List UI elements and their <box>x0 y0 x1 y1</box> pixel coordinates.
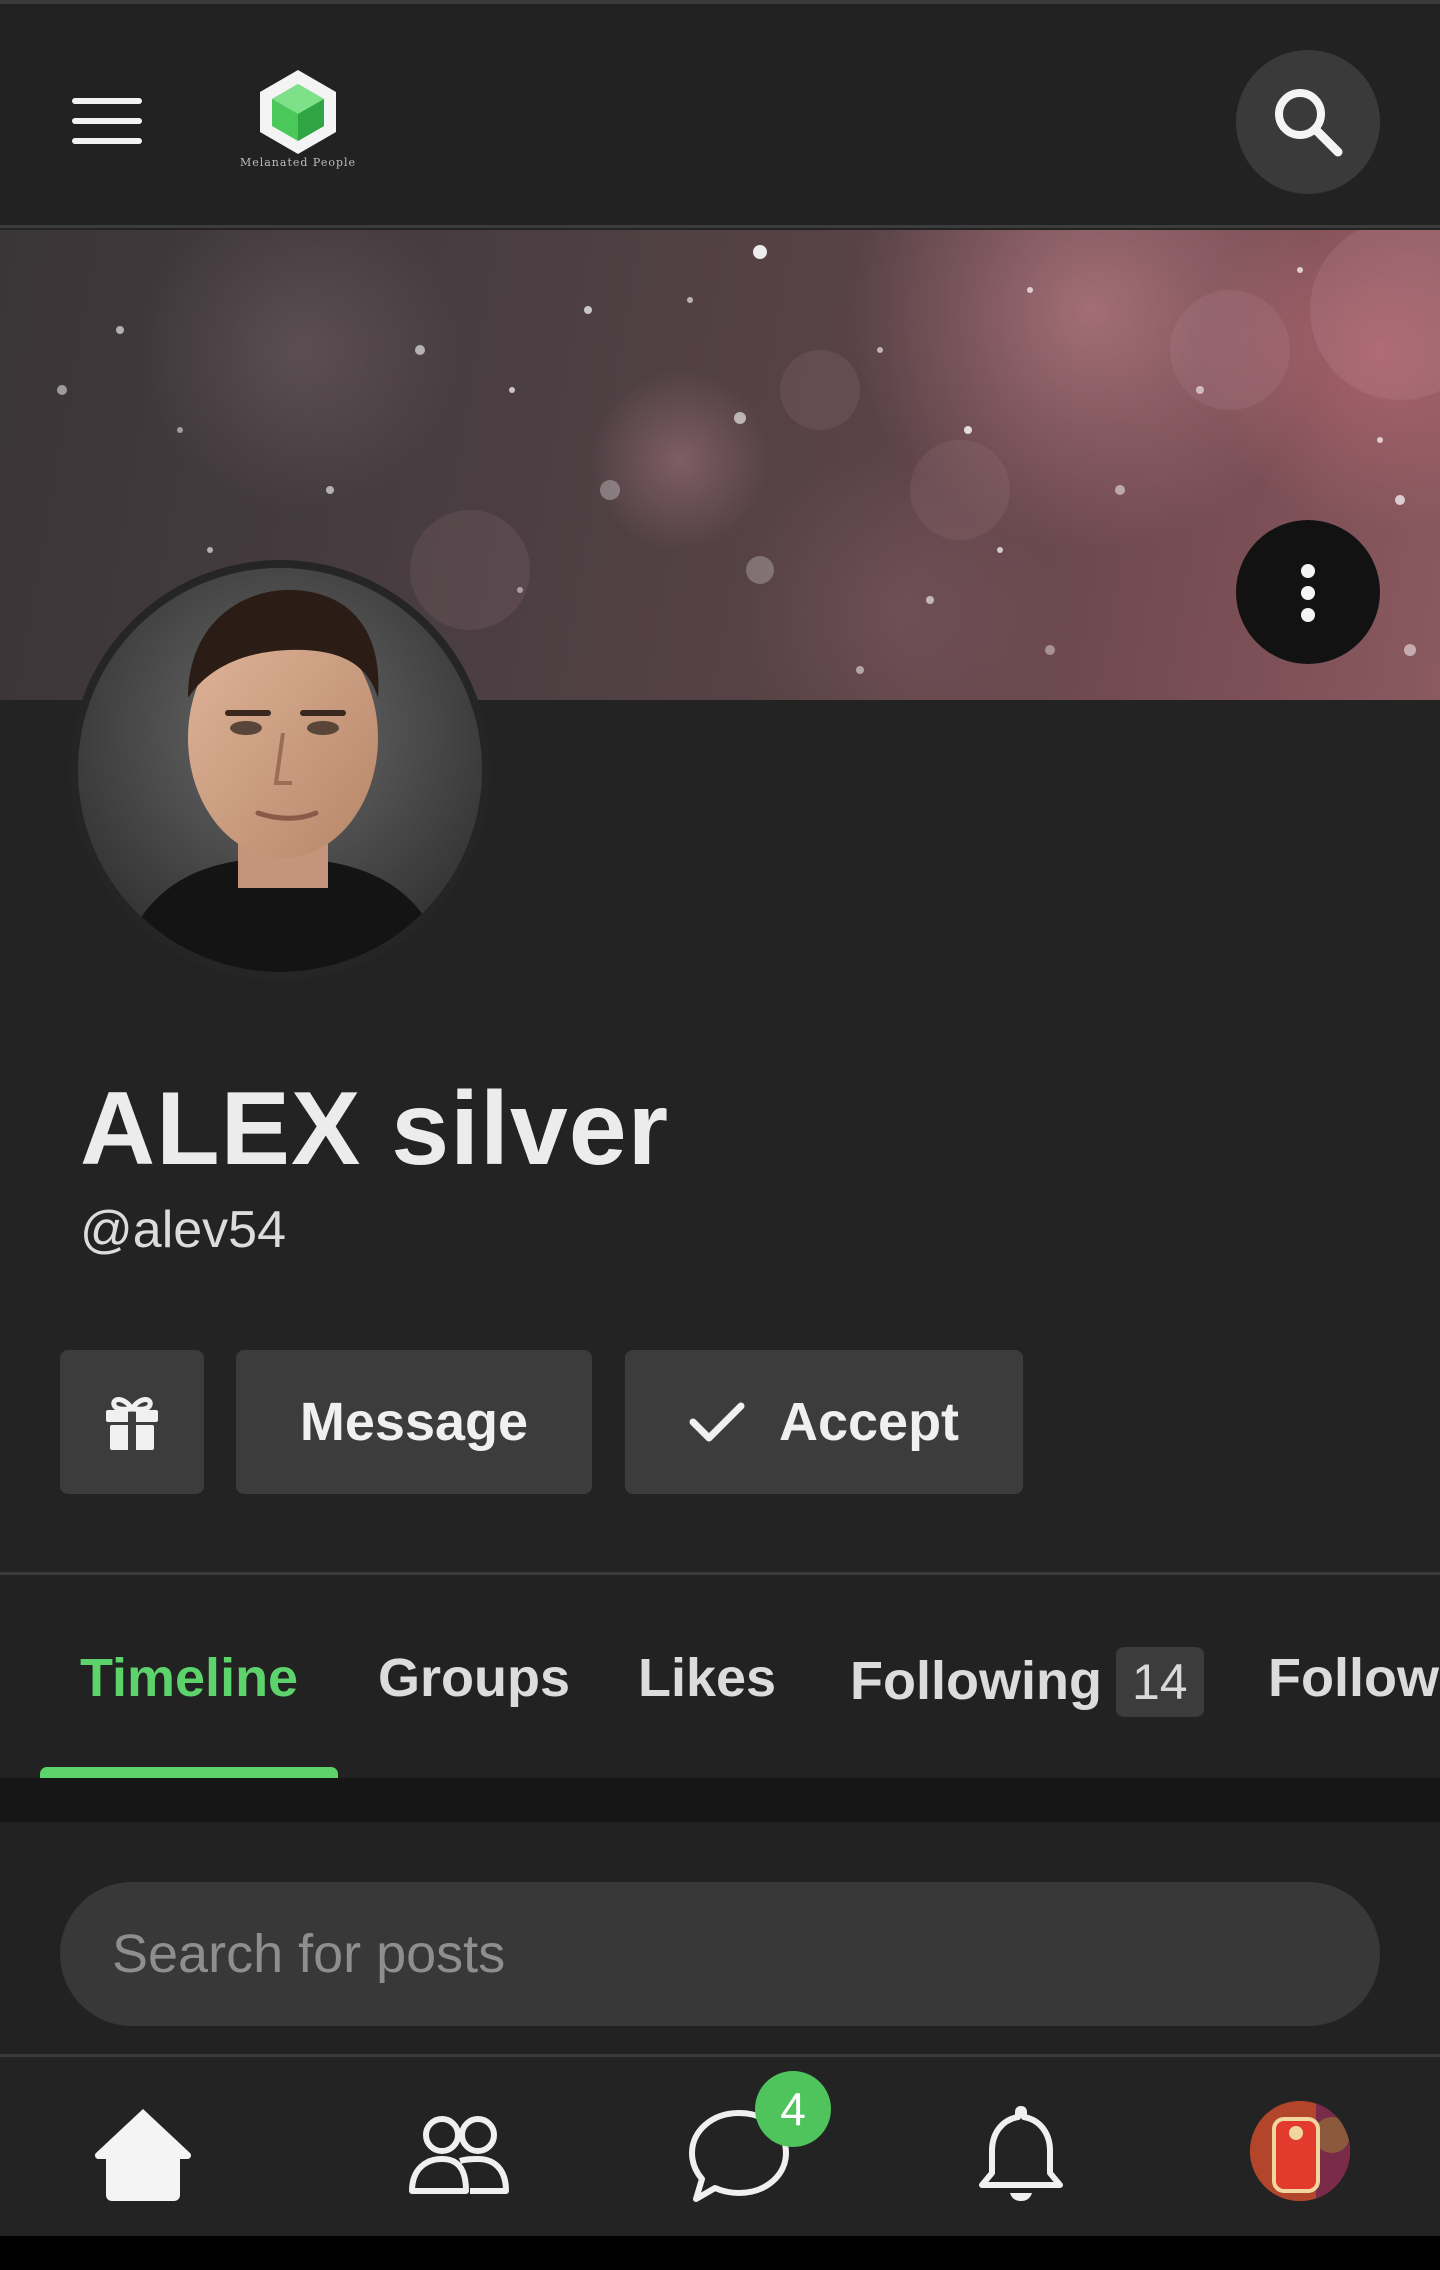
profile-name: ALEX silver <box>80 1071 670 1187</box>
search-posts-input[interactable] <box>60 1882 1380 2026</box>
tab-following[interactable]: Following 14 <box>850 1647 1204 1717</box>
nav-friends[interactable] <box>404 2099 514 2209</box>
accept-button-label: Accept <box>778 1392 960 1452</box>
accept-button[interactable]: Accept <box>625 1350 1023 1494</box>
top-header: Melanated People <box>0 0 1440 228</box>
gift-button[interactable] <box>60 1350 204 1494</box>
tab-timeline[interactable]: Timeline <box>80 1647 298 1709</box>
active-tab-indicator <box>40 1767 338 1778</box>
message-button[interactable]: Message <box>236 1350 592 1494</box>
profile-tabs: Timeline Groups Likes Following 14 Follow… <box>0 1572 1440 1778</box>
logo-text: Melanated People <box>239 156 357 169</box>
avatar-photo <box>78 568 482 972</box>
friends-icon <box>409 2116 509 2194</box>
message-button-label: Message <box>299 1392 529 1452</box>
profile-handle: @alev54 <box>80 1201 287 1259</box>
tab-following-label: Following <box>850 1651 1102 1711</box>
site-logo[interactable]: Melanated People <box>228 66 368 176</box>
search-button[interactable] <box>1236 50 1380 194</box>
search-icon <box>1275 89 1343 157</box>
menu-icon[interactable] <box>68 94 146 148</box>
user-avatar[interactable] <box>1250 2101 1350 2201</box>
profile-avatar[interactable] <box>70 560 490 980</box>
section-divider <box>0 1778 1440 1822</box>
following-count-badge: 14 <box>1115 1647 1204 1717</box>
tab-likes[interactable]: Likes <box>638 1647 776 1709</box>
user-avatar-image <box>1250 2101 1350 2201</box>
more-options-button[interactable] <box>1236 520 1380 664</box>
post-search-section <box>0 1822 1440 2054</box>
profile-page: Melanated People ALEX silver @alev54 Mes… <box>0 0 1440 2270</box>
tab-followers[interactable]: Followe <box>1268 1647 1440 1709</box>
messages-badge: 4 <box>755 2071 831 2147</box>
gift-icon <box>106 1397 158 1450</box>
tab-groups[interactable]: Groups <box>378 1647 570 1709</box>
check-icon <box>689 1400 745 1444</box>
logo-icon <box>260 70 336 154</box>
bottom-navigation: 4 <box>0 2054 1440 2236</box>
nav-home[interactable] <box>88 2099 198 2209</box>
home-icon <box>95 2109 191 2201</box>
notifications-icon <box>979 2106 1063 2201</box>
system-navigation-bar <box>0 2236 1440 2270</box>
nav-notifications[interactable] <box>966 2099 1076 2209</box>
